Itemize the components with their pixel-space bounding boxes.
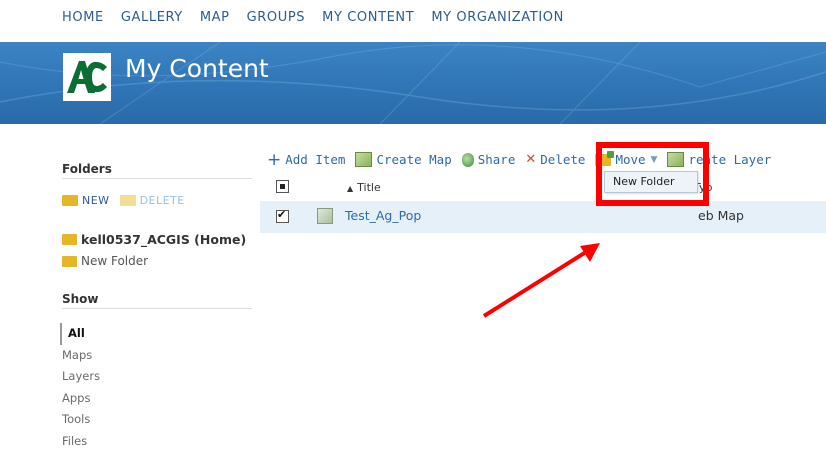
annotation-arrow (482, 243, 600, 318)
